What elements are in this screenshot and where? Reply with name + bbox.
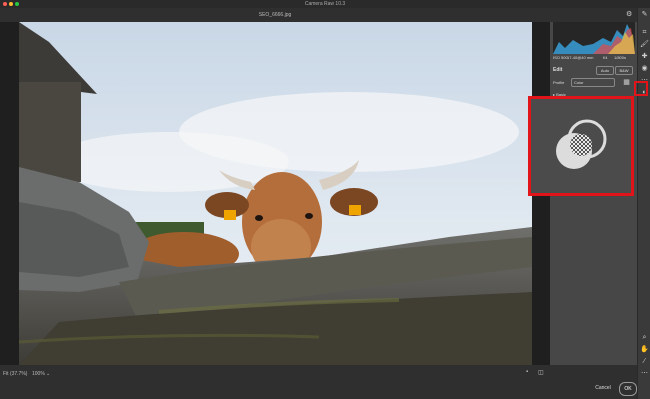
compare-icon[interactable]: ◫ [538, 369, 544, 376]
cancel-button[interactable]: Cancel [590, 382, 616, 394]
gear-icon[interactable]: ⚙ [626, 10, 632, 18]
mask-icon-highlight [634, 81, 648, 96]
sample-icon[interactable]: ⁄ [640, 357, 649, 366]
profile-browser-icon[interactable]: ▦ [622, 78, 631, 87]
chevron-down-icon[interactable]: ⌄ [46, 371, 50, 377]
edit-icon[interactable]: ✎ [640, 10, 649, 19]
fit-zoom-button[interactable]: Fit (37.7%) [3, 371, 27, 377]
ok-button[interactable]: OK [619, 382, 637, 396]
masking-icon [556, 119, 607, 169]
window-title: Camera Raw 10.3 [304, 1, 346, 7]
callout-mask-icon [528, 96, 634, 196]
profile-label: Profile [553, 80, 565, 85]
exif-iso: ISO 500 [553, 55, 568, 60]
bottom-toolbar: Fit (37.7%) 100% ⌄ ▪ ◫ Cancel OK [0, 365, 637, 399]
crop-icon[interactable]: ⌗ [640, 28, 649, 37]
exif-shutter: 1/800s [614, 55, 627, 60]
histogram [553, 22, 635, 54]
exif-lens: 17-40@40 mm [567, 55, 594, 60]
exif-aperture: f/4 [603, 55, 608, 60]
bw-button[interactable]: B&W [615, 66, 633, 75]
tool-strip: ✎ ⌗ 🖌 ✚ ◉ ⋯ ◐ ⌕ ✋ ⁄ ⋯ [637, 8, 650, 399]
photo-preview [19, 22, 532, 365]
hand-icon[interactable]: ✋ [640, 345, 649, 354]
brush-icon[interactable]: 🖌 [640, 40, 649, 49]
document-bar: SEO_6666.jpg ⚙ [0, 8, 650, 22]
photo-image [19, 22, 532, 365]
zoom-icon[interactable]: ⌕ [640, 333, 649, 342]
heal-icon[interactable]: ✚ [640, 52, 649, 61]
image-canvas[interactable] [0, 22, 550, 365]
file-name: SEO_6666.jpg [258, 12, 292, 18]
redeye-icon[interactable]: ◉ [640, 64, 649, 73]
auto-button[interactable]: Auto [596, 66, 614, 75]
more-icon[interactable]: ⋯ [640, 369, 649, 378]
zoom-100-button[interactable]: 100% [32, 371, 45, 377]
histogram-graph [553, 24, 635, 54]
view-single-icon[interactable]: ▪ [526, 369, 528, 375]
edit-heading: Edit [553, 67, 563, 73]
profile-select[interactable]: Color [571, 78, 615, 87]
